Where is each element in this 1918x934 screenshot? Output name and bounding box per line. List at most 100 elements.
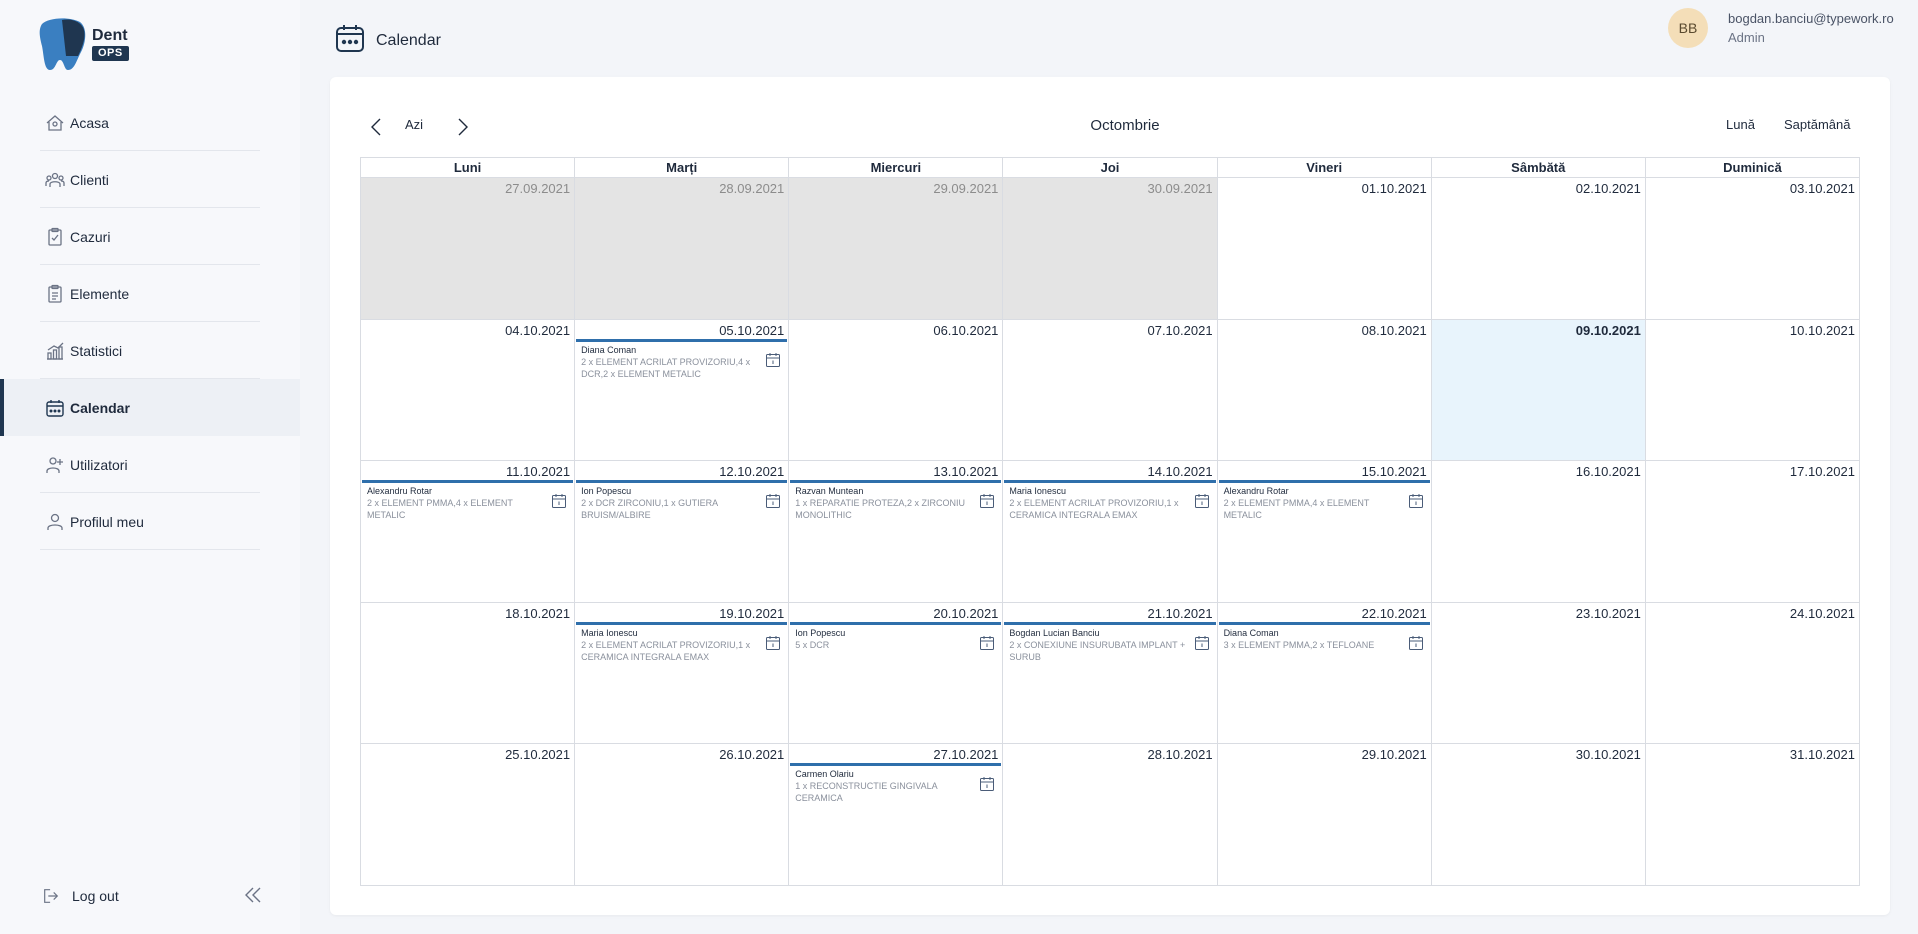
prev-month-button[interactable]	[367, 116, 387, 138]
calendar-day-cell[interactable]: 19.10.2021 Maria Ionescu 2 x ELEMENT ACRIL…	[575, 602, 790, 744]
sidebar: Dent OPS Acasa Clienti Cazuri Elemente S…	[0, 0, 300, 934]
calendar-day-cell[interactable]: 28.10.2021	[1003, 744, 1218, 886]
calendar-day-cell[interactable]: 09.10.2021	[1431, 319, 1646, 461]
calendar-day-cell[interactable]: 12.10.2021 Ion Popescu 2 x DCR ZIRCONIU,1 …	[575, 461, 790, 603]
calendar-event-icon[interactable]	[1408, 493, 1424, 509]
calendar-day-cell[interactable]: 28.09.2021	[575, 178, 790, 320]
sidebar-item-utilizatori[interactable]: Utilizatori	[0, 436, 300, 493]
calendar-day-cell[interactable]: 06.10.2021	[789, 319, 1004, 461]
calendar-event[interactable]: Bogdan Lucian Banciu 2 x CONEXIUNE INSURU…	[1004, 621, 1216, 665]
calendar-day-cell[interactable]: 24.10.2021	[1645, 602, 1860, 744]
logout-icon	[40, 885, 62, 907]
weekday-label: Luni	[361, 158, 576, 178]
calendar-event[interactable]: Diana Coman 3 x ELEMENT PMMA,2 x TEFLOANE	[1218, 621, 1430, 653]
sidebar-item-acasa[interactable]: Acasa	[0, 94, 300, 151]
calendar-day-cell[interactable]: 02.10.2021	[1431, 178, 1646, 320]
day-date: 28.09.2021	[719, 181, 785, 196]
calendar-day-cell[interactable]: 25.10.2021	[361, 744, 576, 886]
day-date: 12.10.2021	[719, 464, 785, 479]
sidebar-item-cazuri[interactable]: Cazuri	[0, 208, 300, 265]
calendar-day-cell[interactable]: 31.10.2021	[1645, 744, 1860, 886]
calendar-event[interactable]: Ion Popescu 2 x DCR ZIRCONIU,1 x GUTIERA …	[576, 480, 788, 523]
calendar-event[interactable]: Carmen Olariu 1 x RECONSTRUCTIE GINGIVALA…	[790, 763, 1002, 806]
brand-text: Dent OPS	[92, 27, 129, 61]
calendar-event-icon[interactable]	[979, 776, 995, 792]
calendar-week: 11.10.2021 Alexandru Rotar 2 x ELEMENT PMM…	[361, 461, 1860, 603]
calendar-day-cell[interactable]: 30.09.2021	[1003, 178, 1218, 320]
sidebar-item-elemente[interactable]: Elemente	[0, 265, 300, 322]
calendar-event-icon[interactable]	[765, 493, 781, 509]
avatar[interactable]: BB	[1668, 8, 1708, 48]
event-client-name: Alexandru Rotar	[367, 486, 433, 496]
calendar-day-cell[interactable]: 15.10.2021 Alexandru Rotar 2 x ELEMENT PMM…	[1217, 461, 1432, 603]
day-date: 29.10.2021	[1361, 747, 1427, 762]
calendar-event-icon[interactable]	[979, 493, 995, 509]
day-date: 10.10.2021	[1789, 322, 1855, 338]
calendar-day-cell[interactable]: 17.10.2021	[1645, 461, 1860, 603]
sidebar-item-label: Elemente	[70, 285, 130, 302]
calendar-day-cell[interactable]: 05.10.2021 Diana Coman 2 x ELEMENT ACRILAT…	[575, 319, 790, 461]
calendar-event-icon[interactable]	[551, 493, 567, 509]
calendar-day-cell[interactable]: 21.10.2021 Bogdan Lucian Banciu 2 x CONEXI…	[1003, 602, 1218, 744]
calendar-day-cell[interactable]: 08.10.2021	[1217, 319, 1432, 461]
calendar-event-icon[interactable]	[1408, 635, 1424, 651]
calendar-week: 18.10.2021 19.10.2021 Maria Ionescu 2 x ELE…	[361, 602, 1860, 744]
user-menu[interactable]: BB bogdan.banciu@typework.ro Admin	[1668, 8, 1894, 48]
logout-button[interactable]: Log out	[40, 885, 119, 907]
calendar-day-cell[interactable]: 29.10.2021	[1217, 744, 1432, 886]
calendar-event[interactable]: Ion Popescu 5 x DCR	[790, 621, 1002, 653]
calendar-day-cell[interactable]: 04.10.2021	[361, 319, 576, 461]
calendar-day-cell[interactable]: 26.10.2021	[575, 744, 790, 886]
calendar-event-icon[interactable]	[1194, 635, 1210, 651]
view-week-button[interactable]: Saptămână	[1784, 117, 1851, 132]
calendar-event-icon[interactable]	[979, 635, 995, 651]
calendar-day-cell[interactable]: 22.10.2021 Diana Coman 3 x ELEMENT PMMA,2 …	[1217, 602, 1432, 744]
calendar-event[interactable]: Alexandru Rotar 2 x ELEMENT PMMA,4 x ELEM…	[1218, 480, 1430, 523]
sidebar-item-statistici[interactable]: Statistici	[0, 322, 300, 379]
sidebar-item-clienti[interactable]: Clienti	[0, 151, 300, 208]
calendar-event-icon[interactable]	[1194, 493, 1210, 509]
brand-logo[interactable]: Dent OPS	[38, 16, 148, 72]
calendar-day-cell[interactable]: 23.10.2021	[1431, 602, 1646, 744]
calendar-event-icon[interactable]	[765, 635, 781, 651]
sidebar-item-calendar[interactable]: Calendar	[0, 379, 300, 436]
day-date: 20.10.2021	[933, 605, 999, 621]
calendar-day-cell[interactable]: 10.10.2021	[1645, 319, 1860, 461]
calendar-day-cell[interactable]: 07.10.2021	[1003, 319, 1218, 461]
calendar-day-cell[interactable]: 16.10.2021	[1431, 461, 1646, 603]
calendar-day-cell[interactable]: 30.10.2021	[1431, 744, 1646, 886]
next-month-button[interactable]	[452, 116, 472, 138]
collapse-sidebar-icon[interactable]	[242, 884, 264, 906]
calendar-event[interactable]: Razvan Muntean 1 x REPARATIE PROTEZA,2 x …	[790, 480, 1002, 523]
day-date: 28.10.2021	[1147, 747, 1213, 762]
calendar-day-cell[interactable]: 13.10.2021 Razvan Muntean 1 x REPARATIE PR…	[789, 461, 1004, 603]
day-date: 13.10.2021	[933, 464, 999, 479]
event-client-name: Ion Popescu	[795, 627, 846, 638]
calendar-day-cell[interactable]: 03.10.2021	[1645, 178, 1860, 320]
calendar-day-cell[interactable]: 11.10.2021 Alexandru Rotar 2 x ELEMENT PMM…	[361, 461, 576, 603]
calendar-day-cell[interactable]: 01.10.2021	[1217, 178, 1432, 320]
calendar-event[interactable]: Alexandru Rotar 2 x ELEMENT PMMA,4 x ELEM…	[362, 480, 574, 523]
day-date: 30.10.2021	[1575, 747, 1641, 762]
day-date: 15.10.2021	[1361, 464, 1427, 479]
event-client-name: Diana Coman	[1223, 627, 1279, 638]
calendar-event-icon[interactable]	[765, 352, 781, 368]
weekday-header: Luni Marți Miercuri Joi Vineri Sâmbătă Duminic…	[361, 158, 1860, 178]
event-description: 1 x RECONSTRUCTIE GINGIVALA CERAMICA	[795, 781, 938, 803]
calendar-day-cell[interactable]: 18.10.2021	[361, 602, 576, 744]
calendar-event[interactable]: Maria Ionescu 2 x ELEMENT ACRILAT PROVIZO…	[1004, 480, 1216, 523]
month-title: Octombrie	[1090, 117, 1160, 134]
calendar-day-cell[interactable]: 14.10.2021 Maria Ionescu 2 x ELEMENT ACRIL…	[1003, 461, 1218, 603]
day-date: 03.10.2021	[1789, 181, 1855, 196]
user-email: bogdan.banciu@typework.ro	[1728, 11, 1894, 26]
calendar-event[interactable]: Maria Ionescu 2 x ELEMENT ACRILAT PROVIZO…	[576, 621, 788, 665]
sidebar-item-profil[interactable]: Profilul meu	[0, 493, 300, 550]
today-button[interactable]: Azi	[405, 117, 423, 132]
view-month-button[interactable]: Lună	[1726, 117, 1755, 132]
calendar-day-cell[interactable]: 20.10.2021 Ion Popescu 5 x DCR	[789, 602, 1004, 744]
calendar-grid: Luni Marți Miercuri Joi Vineri Sâmbătă Duminic…	[360, 157, 1860, 886]
calendar-day-cell[interactable]: 27.10.2021 Carmen Olariu 1 x RECONSTRUCTIE…	[789, 744, 1004, 886]
calendar-day-cell[interactable]: 29.09.2021	[789, 178, 1004, 320]
calendar-day-cell[interactable]: 27.09.2021	[361, 178, 576, 320]
calendar-event[interactable]: Diana Coman 2 x ELEMENT ACRILAT PROVIZORI…	[576, 338, 788, 382]
